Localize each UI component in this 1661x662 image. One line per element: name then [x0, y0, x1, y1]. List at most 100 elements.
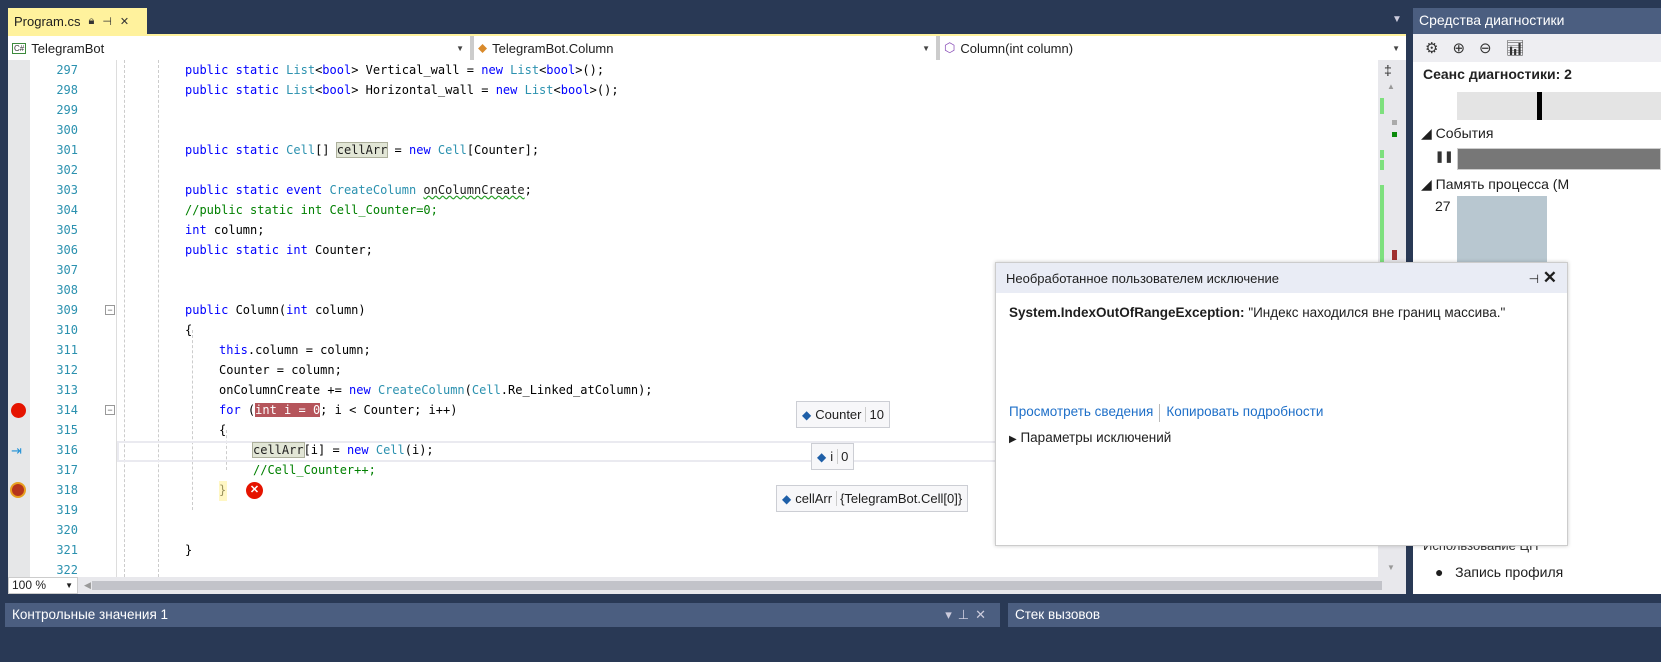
chevron-down-icon: ▼: [65, 581, 73, 590]
gear-icon[interactable]: ⚙: [1425, 39, 1438, 57]
code-line[interactable]: for (int i = 0; i < Counter; i++): [219, 400, 457, 420]
pin-icon[interactable]: ⊣: [102, 15, 112, 28]
code-token: Counter;: [315, 243, 373, 257]
line-number: 303: [56, 183, 78, 197]
line-number: 305: [56, 223, 78, 237]
code-token: for: [219, 403, 248, 417]
error-icon[interactable]: ✕: [246, 482, 263, 499]
view-details-link[interactable]: Просмотреть сведения: [1009, 404, 1153, 422]
collapse-toggle[interactable]: −: [105, 405, 115, 415]
code-token: []: [315, 143, 337, 157]
breakpoint-gutter[interactable]: [8, 60, 30, 577]
datatip-counter[interactable]: ◆ Counter 10: [796, 401, 890, 428]
pin-icon[interactable]: ⊣: [1529, 272, 1539, 286]
code-line[interactable]: this.column = column;: [219, 340, 371, 360]
code-token: column): [315, 303, 366, 317]
record-label: Запись профиля: [1455, 564, 1564, 580]
line-number: 317: [56, 463, 78, 477]
code-token: //public static int Cell_Counter=0;: [185, 203, 438, 217]
events-label: События: [1435, 125, 1494, 141]
line-number: 319: [56, 503, 78, 517]
code-line[interactable]: public Column(int column): [185, 300, 366, 320]
datatip-value[interactable]: {TelegramBot.Cell[0]}: [836, 491, 962, 506]
exception-settings-expander[interactable]: ▶ Параметры исключений: [1009, 430, 1171, 445]
code-line[interactable]: //Cell_Counter++;: [253, 460, 376, 480]
close-icon[interactable]: ✕: [1543, 268, 1557, 287]
code-token: new: [495, 83, 525, 97]
type-dropdown[interactable]: ⬥ TelegramBot.Column ▼: [474, 36, 940, 60]
memory-section[interactable]: ◢ Память процесса (М: [1421, 176, 1569, 193]
memory-label: Память процесса (М: [1435, 176, 1570, 192]
exception-message: "Индекс находился вне границ массива.": [1248, 305, 1506, 320]
close-icon[interactable]: ✕: [120, 15, 129, 28]
pause-icon[interactable]: ❚❚: [1435, 150, 1453, 163]
code-token: Column(: [235, 303, 287, 317]
exception-title: Необработанное пользователем исключение: [1006, 270, 1279, 286]
line-number: 322: [56, 563, 78, 577]
pin-icon[interactable]: ⊥: [958, 607, 975, 622]
code-line[interactable]: Counter = column;: [219, 360, 342, 380]
collapse-toggle[interactable]: −: [105, 305, 115, 315]
split-icon[interactable]: ‡: [1384, 62, 1392, 78]
datatip-value[interactable]: 0: [837, 449, 848, 464]
code-line[interactable]: onColumnCreate += new CreateColumn(Cell.…: [219, 380, 653, 400]
zoom-dropdown[interactable]: 100 % ▼: [8, 577, 78, 594]
line-number: 302: [56, 163, 78, 177]
zoom-in-icon[interactable]: ⊕: [1452, 39, 1465, 57]
code-token: public static: [185, 143, 287, 157]
datatip-cellarr[interactable]: ◆ cellArr {TelegramBot.Cell[0]}: [776, 485, 969, 512]
line-number: 308: [56, 283, 78, 297]
code-token: public: [185, 303, 236, 317]
copy-details-link[interactable]: Копировать подробности: [1166, 404, 1323, 422]
code-token: new: [349, 383, 378, 397]
field-icon: ◆: [802, 407, 812, 422]
code-token: public static: [185, 83, 287, 97]
code-token: cellArr: [335, 142, 389, 158]
code-token: new: [481, 63, 511, 77]
tab-list-dropdown-icon[interactable]: ▼: [1392, 14, 1402, 25]
code-line[interactable]: }: [185, 540, 192, 560]
chevron-down-icon[interactable]: ▾: [945, 607, 958, 622]
record-icon: ●: [1435, 564, 1444, 580]
line-number: 316: [56, 443, 78, 457]
code-line[interactable]: int column;: [185, 220, 264, 240]
line-number: 315: [56, 423, 78, 437]
code-line[interactable]: public static List<bool> Horizontal_wall…: [185, 80, 619, 100]
code-token: {: [185, 323, 193, 337]
code-line[interactable]: cellArr[i] = new Cell(i);: [252, 440, 434, 460]
code-token: >();: [589, 83, 619, 97]
breakpoint-icon[interactable]: [11, 403, 26, 418]
datatip-value[interactable]: 10: [865, 407, 884, 422]
scroll-up-icon[interactable]: ▲: [1387, 82, 1395, 91]
datatip-name: cellArr: [795, 491, 833, 506]
code-token: Counter = column;: [219, 363, 342, 377]
code-line[interactable]: {: [219, 420, 226, 440]
line-number: 309: [56, 303, 78, 317]
scroll-down-icon[interactable]: ▼: [1387, 563, 1395, 572]
tab-program-cs[interactable]: Program.cs 🔒︎ ⊣ ✕: [8, 8, 147, 34]
datatip-i[interactable]: ◆ i 0: [811, 443, 855, 470]
events-section[interactable]: ◢ События: [1421, 125, 1493, 142]
code-token: new: [409, 143, 438, 157]
code-line[interactable]: public static List<bool> Vertical_wall =…: [185, 60, 604, 80]
chart-help-icon[interactable]: 📊︎: [1506, 39, 1525, 57]
record-profile-button[interactable]: ● Запись профиля: [1435, 564, 1563, 580]
code-token: (: [464, 383, 472, 397]
code-token: public static int: [185, 243, 316, 257]
watch-panel-tab[interactable]: Контрольные значения 1 ▾⊥✕: [5, 603, 1000, 627]
code-line[interactable]: public static event CreateColumn onColum…: [185, 180, 532, 200]
code-token: cellArr: [252, 442, 305, 458]
code-line[interactable]: public static int Counter;: [185, 240, 373, 260]
zoom-out-icon[interactable]: ⊖: [1479, 39, 1492, 57]
horizontal-scrollbar-thumb[interactable]: [92, 581, 1382, 590]
code-line[interactable]: public static Cell[] cellArr = new Cell[…: [185, 140, 539, 160]
code-line[interactable]: {: [185, 320, 192, 340]
code-line[interactable]: //public static int Cell_Counter=0;: [185, 200, 438, 220]
callstack-panel-tab[interactable]: Стек вызовов: [1008, 603, 1661, 627]
close-icon[interactable]: ✕: [975, 607, 992, 622]
code-token: bool: [322, 83, 352, 97]
member-dropdown[interactable]: ⬡ Column(int column) ▼: [940, 36, 1406, 60]
code-token: CreateColumn: [329, 183, 424, 197]
scroll-left-icon[interactable]: ◀: [84, 580, 91, 591]
project-dropdown[interactable]: C# TelegramBot ▼: [8, 36, 474, 60]
